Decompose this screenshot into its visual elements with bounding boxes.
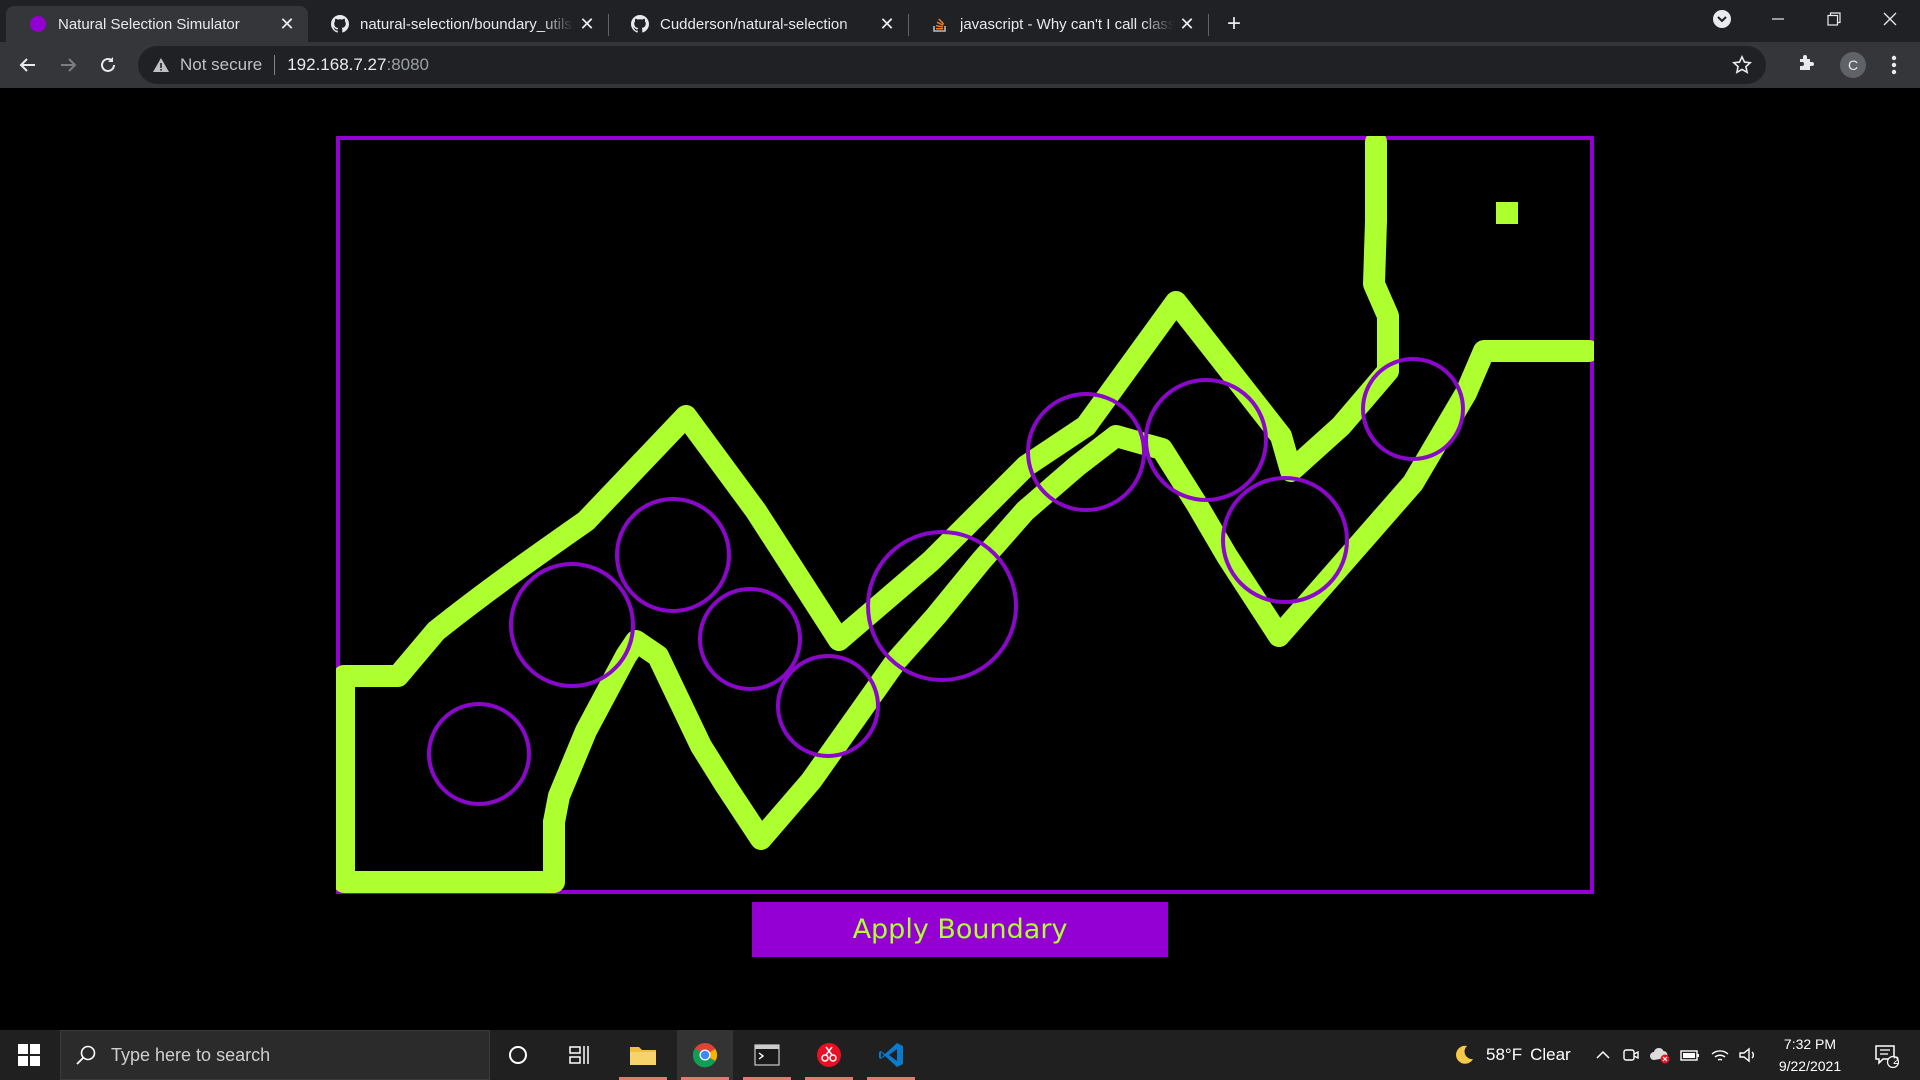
arrow-left-icon (19, 58, 35, 72)
close-icon (1883, 12, 1897, 26)
close-icon[interactable]: ✕ (1174, 11, 1200, 37)
file-explorer-button[interactable] (615, 1030, 671, 1080)
notification-count: 2 (1893, 1055, 1900, 1067)
close-icon[interactable]: ✕ (874, 11, 900, 37)
restore-icon (1827, 12, 1841, 26)
address-bar[interactable]: Not secure 192.168.7.27:8080 (138, 46, 1766, 84)
search-placeholder: Type here to search (111, 1044, 271, 1065)
clock-date: 9/22/2021 (1778, 1058, 1842, 1074)
cortana-circle-icon (509, 1046, 527, 1064)
extensions-puzzle-icon[interactable] (1796, 50, 1820, 79)
tab-title: Cudderson/natural-selection (660, 15, 848, 33)
reload-icon (101, 57, 115, 72)
chrome-button[interactable] (677, 1030, 733, 1080)
security-label: Not secure (180, 55, 263, 74)
tab-natural-selection-simulator[interactable]: Natural Selection Simulator ✕ (6, 6, 308, 42)
bookmark-star-icon[interactable] (1731, 54, 1753, 80)
chevron-down-icon (1713, 10, 1731, 28)
github-icon (630, 14, 650, 34)
kebab-menu-icon[interactable] (1882, 52, 1906, 78)
browser-toolbar: Not secure 192.168.7.27:8080 (0, 42, 1920, 88)
snipping-tool-button[interactable] (801, 1030, 857, 1080)
moon-icon (1456, 1045, 1473, 1064)
tab-title: Natural Selection Simulator (58, 15, 240, 33)
profile-avatar[interactable]: C (1840, 52, 1866, 78)
tab-boundary-utils[interactable]: natural-selection/boundary_utils.js ✕ (308, 6, 608, 42)
reload-button[interactable] (92, 49, 124, 81)
apply-boundary-button[interactable]: Apply Boundary (752, 902, 1168, 957)
scissors-icon (817, 1043, 841, 1067)
tab-stackoverflow-question[interactable]: javascript - Why can't I call class func… (908, 6, 1208, 42)
tab-search-button[interactable] (1694, 0, 1750, 38)
task-view-button[interactable] (552, 1030, 608, 1080)
vscode-button[interactable] (863, 1030, 919, 1080)
weather-widget[interactable]: 58°F Clear (1452, 1030, 1571, 1080)
new-tab-button[interactable]: + (1218, 8, 1250, 40)
minimize-button[interactable] (1750, 0, 1806, 38)
wifi-icon[interactable] (1710, 1046, 1730, 1064)
tab-title: javascript - Why can't I call class func… (960, 15, 1174, 33)
tab-title: natural-selection/boundary_utils.js (360, 15, 574, 33)
back-button[interactable] (12, 49, 44, 81)
battery-icon[interactable] (1680, 1046, 1700, 1064)
github-icon (330, 14, 350, 34)
chevron-up-icon[interactable] (1594, 1046, 1612, 1064)
task-view-icon (569, 1046, 589, 1064)
warning-icon (153, 58, 169, 72)
windows-logo-icon (18, 1044, 40, 1066)
windows-taskbar: Type here to search 58°F Clear 7:32 PM 9… (0, 1030, 1920, 1080)
cloud-sync-error-icon[interactable] (1650, 1046, 1670, 1064)
close-icon[interactable]: ✕ (574, 11, 600, 37)
close-icon[interactable]: ✕ (274, 11, 300, 37)
arrow-right-icon (61, 58, 77, 72)
weather-temp: 58°F (1486, 1045, 1523, 1064)
system-clock[interactable]: 7:32 PM 9/22/2021 (1762, 1033, 1858, 1077)
url-port: :8080 (386, 55, 430, 74)
action-center-button[interactable]: 2 (1858, 1030, 1914, 1080)
simulation-canvas[interactable] (336, 136, 1594, 894)
vscode-icon (879, 1043, 903, 1067)
taskbar-search-box[interactable]: Type here to search (60, 1030, 490, 1080)
tab-divider (1208, 14, 1209, 36)
terminal-icon (754, 1044, 780, 1066)
tab-cudderson-natural-selection[interactable]: Cudderson/natural-selection ✕ (608, 6, 908, 42)
stackoverflow-icon (930, 14, 950, 34)
close-window-button[interactable] (1862, 0, 1918, 38)
tab-strip: Natural Selection Simulator ✕ natural-se… (0, 0, 1920, 42)
security-indicator[interactable]: Not secure (152, 55, 262, 75)
tray-icons (1594, 1030, 1758, 1080)
folder-icon (630, 1047, 656, 1065)
cortana-button[interactable] (490, 1030, 546, 1080)
chrome-icon (692, 1043, 718, 1068)
restore-button[interactable] (1806, 0, 1862, 38)
volume-icon[interactable] (1738, 1046, 1758, 1064)
clock-time: 7:32 PM (1783, 1036, 1837, 1052)
url-host: 192.168.7.27 (287, 55, 387, 74)
start-button[interactable] (0, 1030, 58, 1080)
weather-condition: Clear (1530, 1045, 1571, 1064)
meet-now-icon[interactable] (1622, 1046, 1640, 1064)
forward-button[interactable] (52, 49, 84, 81)
search-icon (76, 1045, 96, 1065)
terminal-button[interactable] (739, 1030, 795, 1080)
minimize-icon (1772, 18, 1784, 20)
food-marker (1496, 202, 1518, 224)
purple-circle-icon (28, 14, 48, 34)
address-divider (274, 55, 276, 75)
